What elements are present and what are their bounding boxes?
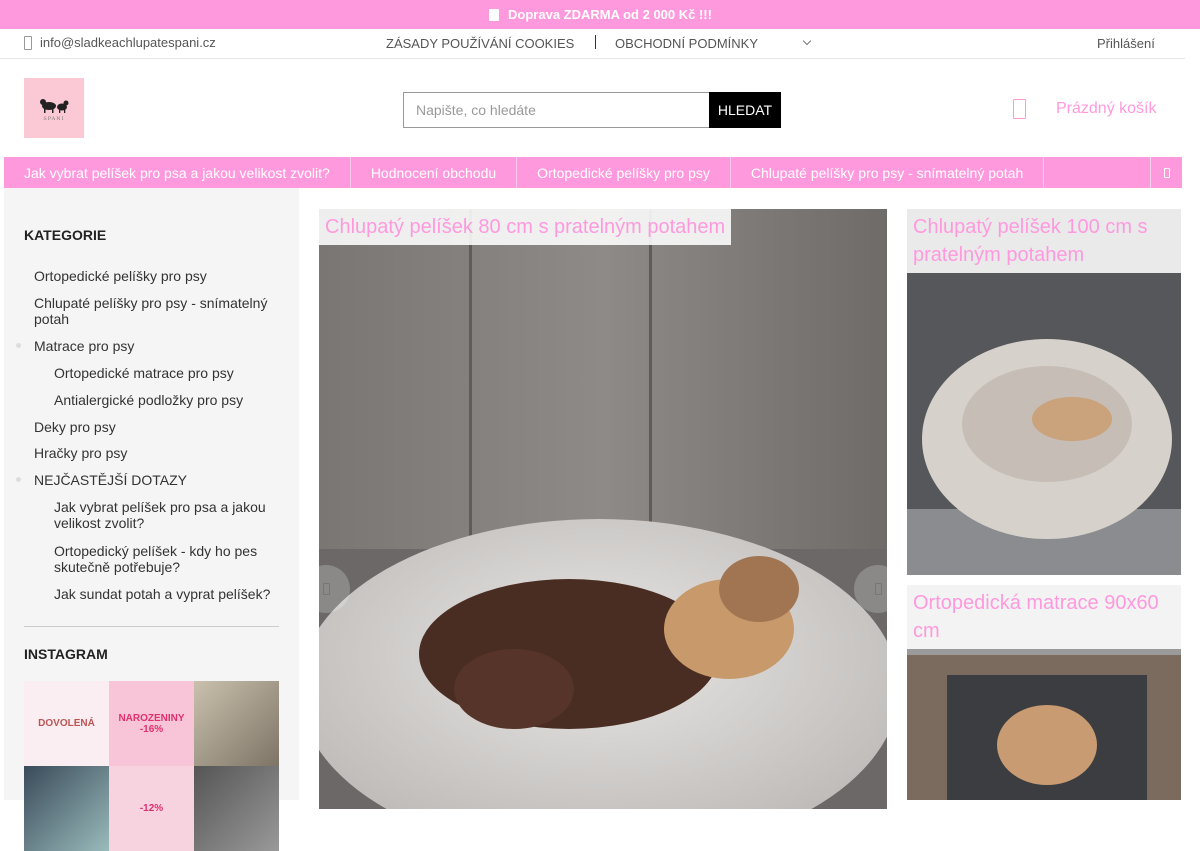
faq-wash-cover[interactable]: Jak sundat potah a vyprat pelíšek? [54, 586, 270, 602]
instagram-post[interactable]: NAROZENINY -16% [109, 681, 194, 766]
promo-text: Doprava ZDARMA od 2 000 Kč !!! [508, 7, 712, 22]
instagram-post-text: NAROZENINY -16% [118, 712, 185, 735]
divider [595, 35, 596, 49]
search-form: HLEDAT [403, 92, 781, 128]
category-blankets[interactable]: Deky pro psy [34, 419, 116, 435]
contact-email[interactable]: info@sladkeachlupatespani.cz [24, 35, 216, 50]
instagram-title: INSTAGRAM [24, 646, 108, 662]
category-toys[interactable]: Hračky pro psy [34, 445, 127, 461]
category-mattresses[interactable]: Matrace pro psy [34, 338, 134, 354]
instagram-post[interactable] [194, 681, 279, 766]
category-antiallergic-pads[interactable]: Antialergické podložky pro psy [54, 392, 243, 408]
category-orthopedic-beds[interactable]: Ortopedické pelíšky pro psy [34, 268, 207, 284]
site-logo[interactable]: SPANI [24, 78, 84, 138]
sidebar-divider [24, 626, 279, 627]
login-link[interactable]: Přihlášení [1097, 36, 1155, 51]
phone-icon [24, 35, 32, 50]
side-banner-caption[interactable]: Chlupatý pelíšek 100 cm s pratelným pota… [907, 209, 1181, 273]
menu-item-reviews[interactable]: Hodnocení obchodu [351, 157, 518, 188]
menu-toggle-button[interactable] [1150, 157, 1182, 188]
category-faq[interactable]: NEJČASTĚJŠÍ DOTAZY [34, 472, 187, 488]
main-banner[interactable]: Chlupatý pelíšek 80 cm s pratelným potah… [319, 209, 887, 809]
site-header: SPANI HLEDAT Prázdný košík [0, 59, 1185, 157]
instagram-post-text: DOVOLENÁ [38, 718, 95, 729]
shopping-bag-icon [1013, 99, 1026, 119]
faq-orthopedic-bed[interactable]: Ortopedický pelíšek - kdy ho pes skutečn… [54, 543, 284, 575]
side-banner-orthopedic-mattress[interactable]: Ortopedická matrace 90x60 cm [907, 585, 1181, 800]
instagram-feed: DOVOLENÁ NAROZENINY -16% -12% [24, 681, 279, 851]
chevron-down-icon[interactable] [802, 36, 812, 46]
menu-item-fluffy-beds[interactable]: Chlupaté pelíšky pro psy - snímatelný po… [731, 157, 1045, 188]
slider-prev-button[interactable] [302, 565, 350, 613]
instagram-post[interactable]: DOVOLENÁ [24, 681, 109, 766]
search-input[interactable] [403, 92, 709, 128]
instagram-post-text: -12% [139, 803, 164, 814]
banner-photo-dogs [319, 209, 887, 809]
expand-dot-icon [16, 343, 21, 348]
chevron-right-icon [874, 583, 882, 595]
logo-text: SPANI [43, 115, 65, 122]
promo-bar: Doprava ZDARMA od 2 000 Kč !!! [0, 0, 1200, 29]
dogs-logo-icon [40, 98, 69, 113]
faq-choose-bed[interactable]: Jak vybrat pelíšek pro psa a jakou velik… [54, 499, 284, 531]
top-links-bar: info@sladkeachlupatespani.cz ZÁSADY POUŽ… [0, 29, 1185, 59]
side-banner-caption[interactable]: Ortopedická matrace 90x60 cm [907, 585, 1181, 649]
instagram-post[interactable] [24, 766, 109, 851]
chevron-left-icon [322, 583, 330, 595]
instagram-post[interactable] [194, 766, 279, 851]
contact-email-text: info@sladkeachlupatespani.cz [40, 35, 216, 50]
cookies-link[interactable]: ZÁSADY POUŽÍVÁNÍ COOKIES [386, 36, 574, 51]
menu-item-choose-bed[interactable]: Jak vybrat pelíšek pro psa a jakou velik… [4, 157, 351, 188]
category-fluffy-beds[interactable]: Chlupaté pelíšky pro psy - snímatelný po… [34, 295, 284, 327]
sidebar: KATEGORIE Ortopedické pelíšky pro psy Ch… [4, 188, 299, 851]
menu-toggle-icon [1163, 167, 1170, 178]
terms-link[interactable]: OBCHODNÍ PODMÍNKY [615, 36, 758, 51]
truck-icon [489, 8, 500, 21]
side-banner-fluffy-bed[interactable]: Chlupatý pelíšek 100 cm s pratelným pota… [907, 209, 1181, 575]
main-menu: Jak vybrat pelíšek pro psa a jakou velik… [4, 157, 1182, 188]
cart[interactable]: Prázdný košík [1013, 99, 1156, 119]
cart-label: Prázdný košík [1056, 100, 1157, 117]
menu-item-orthopedic-beds[interactable]: Ortopedické pelíšky pro psy [517, 157, 731, 188]
banner-caption[interactable]: Chlupatý pelíšek 80 cm s pratelným potah… [319, 209, 732, 245]
slider-next-button[interactable] [854, 565, 902, 613]
expand-dot-icon [16, 477, 21, 482]
categories-title: KATEGORIE [24, 227, 107, 243]
instagram-post[interactable]: -12% [109, 766, 194, 851]
search-button[interactable]: HLEDAT [709, 92, 781, 128]
category-orthopedic-mattresses[interactable]: Ortopedické matrace pro psy [54, 365, 234, 381]
